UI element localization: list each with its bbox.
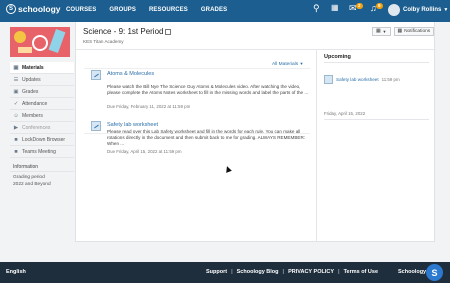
material-description: Please read over this Lab Safety workshe…: [107, 129, 306, 146]
grading-period-label: Grading period: [13, 175, 45, 180]
footer: English Support | Schoology Blog | PRIVA…: [0, 262, 450, 283]
divider: [324, 62, 429, 63]
main-content: Science - 9: 1st Period KES Titan Academ…: [75, 22, 436, 242]
search-icon[interactable]: ⚲: [313, 3, 320, 14]
information-section: Information Grading period 2022 and Beyo…: [10, 162, 74, 188]
material-title[interactable]: Atoms & Molecules: [107, 71, 154, 77]
footer-separator: |: [338, 269, 340, 275]
sidebar-item-label: Attendance: [22, 100, 48, 107]
members-icon: ☺: [13, 112, 19, 119]
sidebar-item-label: Conferences: [22, 124, 51, 131]
sidebar-item-label: Grades: [22, 88, 39, 95]
material-due-date: Due Friday, April 15, 2022 at 11:59 pm: [107, 149, 182, 154]
material-description: Please watch the Bill Nye The Science Gu…: [107, 84, 309, 95]
sidebar-item-teams-meeting[interactable]: ■ Teams Meeting: [10, 146, 74, 158]
course-sidebar: ▣ Materials ☰ Updates ▣ Grades ✓ Attenda…: [10, 62, 74, 188]
divider: [84, 68, 310, 69]
user-name: Colby Rollins: [403, 7, 442, 13]
course-image: [10, 27, 70, 57]
footer-links: Support | Schoology Blog | PRIVACY POLIC…: [206, 269, 378, 275]
help-button[interactable]: S: [426, 264, 443, 281]
divider: [324, 119, 429, 120]
column-divider: [316, 49, 317, 241]
material-title[interactable]: Safety lab worksheet: [107, 122, 158, 128]
messages-badge: 2: [356, 3, 363, 9]
lockdown-icon: ■: [14, 136, 18, 143]
upcoming-date: Friday, April 15, 2022: [324, 111, 366, 116]
schoology-logo[interactable]: S schoology: [6, 4, 61, 14]
filter-label: All Materials: [272, 62, 299, 67]
footer-brand: Schoology: [398, 269, 427, 275]
assignment-icon: [91, 121, 101, 131]
calendar-icon[interactable]: [165, 28, 172, 35]
notifications-button-label: Notifications: [404, 29, 431, 34]
mouse-cursor-icon: [224, 165, 232, 173]
user-menu[interactable]: Colby Rollins ▼: [388, 4, 448, 16]
options-button[interactable]: ▦ ▼: [372, 27, 391, 36]
notifications-button[interactable]: ▦ Notifications: [393, 27, 435, 36]
chevron-down-icon: ▼: [299, 61, 304, 66]
sidebar-item-conferences[interactable]: ▶ Conferences: [10, 122, 74, 134]
footer-separator: |: [282, 269, 285, 275]
grading-period-value: 2022 and Beyond: [13, 182, 51, 187]
sidebar-item-label: Materials: [22, 64, 44, 71]
header-controls: ▦ ▼ ▦ Notifications: [372, 27, 435, 36]
footer-link-support[interactable]: Support: [206, 269, 227, 275]
nav-grades[interactable]: GRADES: [201, 7, 227, 13]
attendance-icon: ✓: [13, 100, 19, 107]
materials-icon: ▣: [13, 64, 19, 71]
sidebar-item-label: Members: [22, 112, 43, 119]
sidebar-item-label: LockDown Browser: [22, 136, 66, 143]
settings-icon: ▦: [376, 29, 381, 34]
upcoming-item-time: 11:59 pm: [381, 77, 400, 82]
all-materials-filter[interactable]: All Materials ▼: [272, 61, 303, 67]
teams-icon: ■: [14, 148, 18, 155]
chevron-down-icon: ▼: [382, 29, 387, 34]
conferences-icon: ▶: [13, 124, 19, 131]
sidebar-item-label: Teams Meeting: [22, 148, 56, 155]
schoology-logo-icon: S: [6, 4, 16, 14]
school-name[interactable]: KES Titan Academy: [83, 39, 124, 44]
footer-link-terms[interactable]: Terms of Use: [344, 269, 378, 275]
grades-icon: ▣: [13, 88, 19, 95]
upcoming-header: Upcoming: [324, 54, 351, 60]
material-due-date: Due Friday, February 11, 2022 at 11:59 p…: [107, 104, 191, 109]
footer-link-blog[interactable]: Schoology Blog: [237, 269, 279, 275]
sidebar-item-attendance[interactable]: ✓ Attendance: [10, 98, 74, 110]
avatar: [388, 4, 400, 16]
upcoming-item: Safety lab worksheet 11:59 pm: [324, 75, 400, 84]
schoology-help-icon: S: [431, 267, 438, 278]
grid-icon[interactable]: ▦: [331, 3, 339, 12]
sidebar-item-label: Updates: [22, 76, 41, 83]
sidebar-item-members[interactable]: ☺ Members: [10, 110, 74, 122]
course-title: Science - 9: 1st Period: [83, 27, 164, 36]
sidebar-item-grades[interactable]: ▣ Grades: [10, 86, 74, 98]
top-navigation-bar: S schoology COURSES GROUPS RESOURCES GRA…: [0, 0, 450, 22]
logo-text: schoology: [18, 4, 61, 14]
assignment-icon: [91, 70, 101, 80]
sidebar-item-updates[interactable]: ☰ Updates: [10, 74, 74, 86]
sidebar-item-lockdown-browser[interactable]: ■ LockDown Browser: [10, 134, 74, 146]
sidebar-item-materials[interactable]: ▣ Materials: [10, 62, 74, 74]
assignment-icon: [324, 75, 333, 84]
footer-separator: |: [231, 269, 233, 275]
footer-link-privacy[interactable]: PRIVACY POLICY: [288, 269, 334, 275]
upcoming-item-title[interactable]: Safety lab worksheet: [336, 77, 379, 82]
updates-icon: ☰: [13, 76, 19, 83]
notifications-icon: ▦: [397, 29, 403, 34]
nav-resources[interactable]: RESOURCES: [149, 7, 188, 13]
chevron-down-icon: ▼: [443, 7, 449, 13]
language-selector[interactable]: English: [6, 269, 26, 275]
header-divider: [76, 49, 436, 50]
notifications-badge: 9: [376, 3, 383, 9]
page-title: Science - 9: 1st Period: [83, 27, 172, 36]
main-nav-links: COURSES GROUPS RESOURCES GRADES: [66, 7, 227, 13]
nav-groups[interactable]: GROUPS: [109, 7, 136, 13]
nav-courses[interactable]: COURSES: [66, 7, 96, 13]
information-header: Information: [10, 162, 74, 172]
